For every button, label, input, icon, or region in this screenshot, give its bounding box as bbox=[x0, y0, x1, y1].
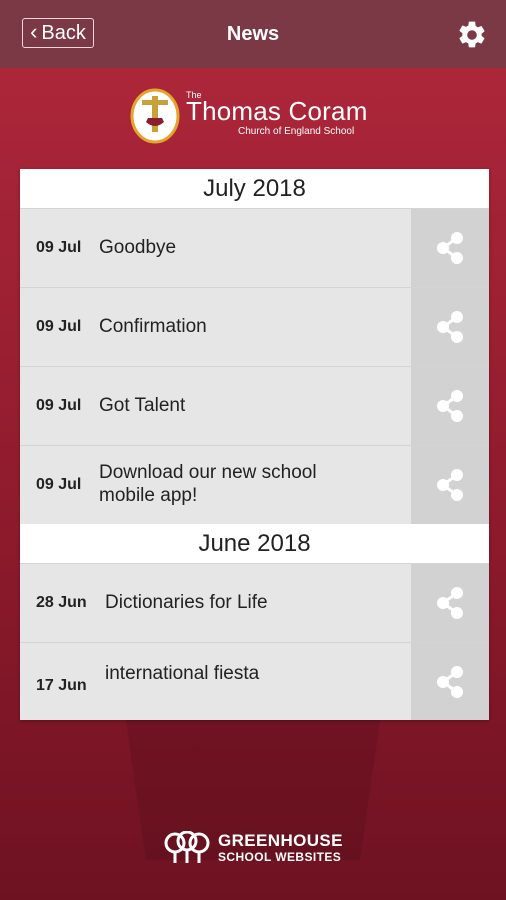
back-label: Back bbox=[41, 21, 86, 44]
logo-subtitle: Church of England School bbox=[238, 126, 355, 137]
share-icon bbox=[437, 390, 463, 422]
news-title: Dictionaries for Life bbox=[105, 591, 268, 613]
top-bar: ‹ Back News bbox=[0, 0, 506, 68]
list-item[interactable]: 09 Jul Got Talent bbox=[20, 366, 489, 445]
share-icon bbox=[437, 469, 463, 501]
share-icon bbox=[437, 311, 463, 343]
footer-brand: GREENHOUSE SCHOOL WEBSITES bbox=[163, 828, 353, 868]
news-date: 28 Jun bbox=[36, 594, 87, 611]
share-button[interactable] bbox=[411, 564, 489, 642]
share-button[interactable] bbox=[411, 446, 489, 524]
share-button[interactable] bbox=[411, 209, 489, 287]
share-icon bbox=[437, 587, 463, 619]
footer-line2: SCHOOL WEBSITES bbox=[218, 850, 342, 864]
gear-icon[interactable] bbox=[456, 19, 488, 51]
school-logo: The Thomas Coram Church of England Schoo… bbox=[130, 88, 380, 146]
news-item[interactable]: 09 Jul Got Talent bbox=[20, 367, 411, 445]
month-header: June 2018 bbox=[20, 524, 489, 563]
chevron-left-icon: ‹ bbox=[30, 19, 38, 44]
news-date: 09 Jul bbox=[36, 476, 82, 493]
share-icon bbox=[437, 666, 463, 698]
share-button[interactable] bbox=[411, 288, 489, 366]
share-icon bbox=[437, 232, 463, 264]
share-button[interactable] bbox=[411, 367, 489, 445]
list-item[interactable]: 09 Jul Confirmation bbox=[20, 287, 489, 366]
footer-line1: GREENHOUSE bbox=[218, 831, 343, 850]
news-title: Goodbye bbox=[99, 236, 177, 258]
news-title: international fiesta bbox=[105, 663, 260, 684]
list-item[interactable]: 09 Jul Download our new school mobile ap… bbox=[20, 445, 489, 524]
news-item[interactable]: 09 Jul Goodbye bbox=[20, 209, 411, 287]
news-item[interactable]: 17 Jun international fiesta bbox=[20, 643, 411, 720]
news-item[interactable]: 09 Jul Download our new school mobile ap… bbox=[20, 446, 411, 524]
share-button[interactable] bbox=[411, 643, 489, 720]
news-title: Download our new school mobile app! bbox=[99, 462, 317, 506]
month-header: July 2018 bbox=[20, 169, 489, 208]
news-title: Got Talent bbox=[99, 394, 186, 416]
news-title: Confirmation bbox=[99, 315, 207, 337]
news-date: 17 Jun bbox=[36, 677, 87, 694]
news-item[interactable]: 28 Jun Dictionaries for Life bbox=[20, 564, 411, 642]
news-list: July 2018 09 Jul Goodbye 09 Jul Confirma… bbox=[20, 169, 489, 720]
list-item[interactable]: 09 Jul Goodbye bbox=[20, 208, 489, 287]
news-item[interactable]: 09 Jul Confirmation bbox=[20, 288, 411, 366]
logo-name: Thomas Coram bbox=[186, 96, 368, 126]
list-item[interactable]: 17 Jun international fiesta bbox=[20, 642, 489, 720]
school-crest-icon bbox=[130, 88, 180, 144]
news-date: 09 Jul bbox=[36, 318, 82, 335]
news-date: 09 Jul bbox=[36, 239, 82, 256]
greenhouse-logo-icon bbox=[164, 831, 210, 863]
page-title: News bbox=[226, 22, 280, 45]
list-item[interactable]: 28 Jun Dictionaries for Life bbox=[20, 563, 489, 642]
back-button[interactable]: ‹ Back bbox=[22, 18, 94, 48]
news-date: 09 Jul bbox=[36, 397, 82, 414]
